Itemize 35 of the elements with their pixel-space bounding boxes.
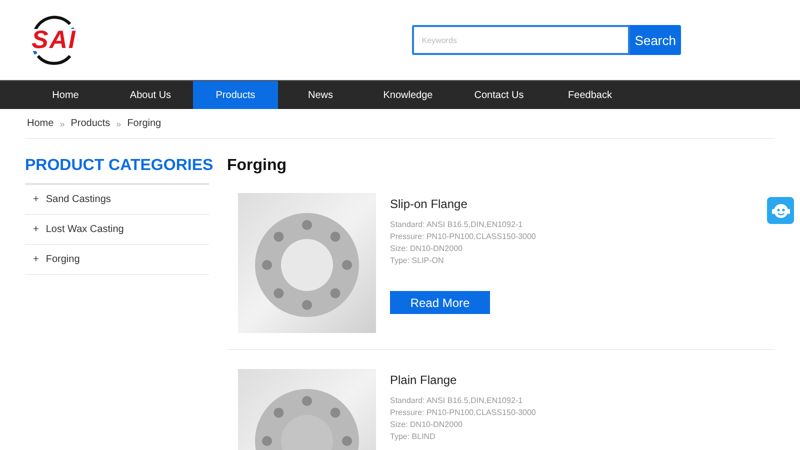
search-field[interactable]: Keywords	[412, 25, 630, 55]
product-name[interactable]: Plain Flange	[390, 373, 536, 387]
nav-tab[interactable]: Home	[23, 81, 108, 109]
breadcrumb-link[interactable]: Home	[27, 118, 54, 129]
category-link[interactable]: Lost Wax Casting	[46, 224, 124, 235]
search-button[interactable]: Search	[630, 25, 681, 55]
product-spec: Type: BLIND	[390, 431, 436, 443]
breadcrumb-separator: »	[116, 118, 122, 128]
nav-tab[interactable]: Feedback	[545, 81, 635, 109]
product-spec: Standard: ANSI B16.5,DIN,EN1092-1	[390, 395, 524, 407]
plus-icon: +	[33, 224, 39, 235]
breadcrumb-link[interactable]: Forging	[127, 118, 162, 129]
plus-icon: +	[33, 254, 39, 265]
product-spec: Pressure: PN10-PN100,CLASS150-3000	[390, 231, 536, 243]
nav-tab[interactable]: Products	[193, 81, 278, 109]
product-spec: Size: DN10-DN2000	[390, 243, 464, 255]
nav-tab[interactable]: Knowledge	[363, 81, 453, 109]
product-spec: Size: DN10-DN2000	[390, 419, 464, 431]
product-name[interactable]: Slip-on Flange	[390, 197, 536, 211]
category-link[interactable]: Forging	[46, 254, 80, 265]
chat-support-button[interactable]	[767, 197, 794, 224]
product-spec: Type: SLIP-ON	[390, 255, 445, 267]
page-title: Forging	[227, 157, 288, 175]
product-spec: Pressure: PN10-PN100,CLASS150-3000	[390, 407, 536, 419]
plus-icon: +	[33, 194, 39, 205]
logo[interactable]: SAI	[26, 12, 82, 68]
read-more-button[interactable]: Read More	[390, 291, 490, 314]
logo-text: SAI	[30, 29, 78, 51]
breadcrumb-separator: »	[60, 118, 65, 128]
nav-tab[interactable]: About Us	[108, 81, 193, 109]
category-link[interactable]: Sand Castings	[46, 194, 111, 205]
nav-tab[interactable]: Contact Us	[453, 81, 545, 109]
product-spec: Standard: ANSI B16.5,DIN,EN1092-1	[390, 219, 524, 231]
breadcrumb-link[interactable]: Products	[70, 118, 110, 129]
nav-tab[interactable]: News	[278, 81, 363, 109]
